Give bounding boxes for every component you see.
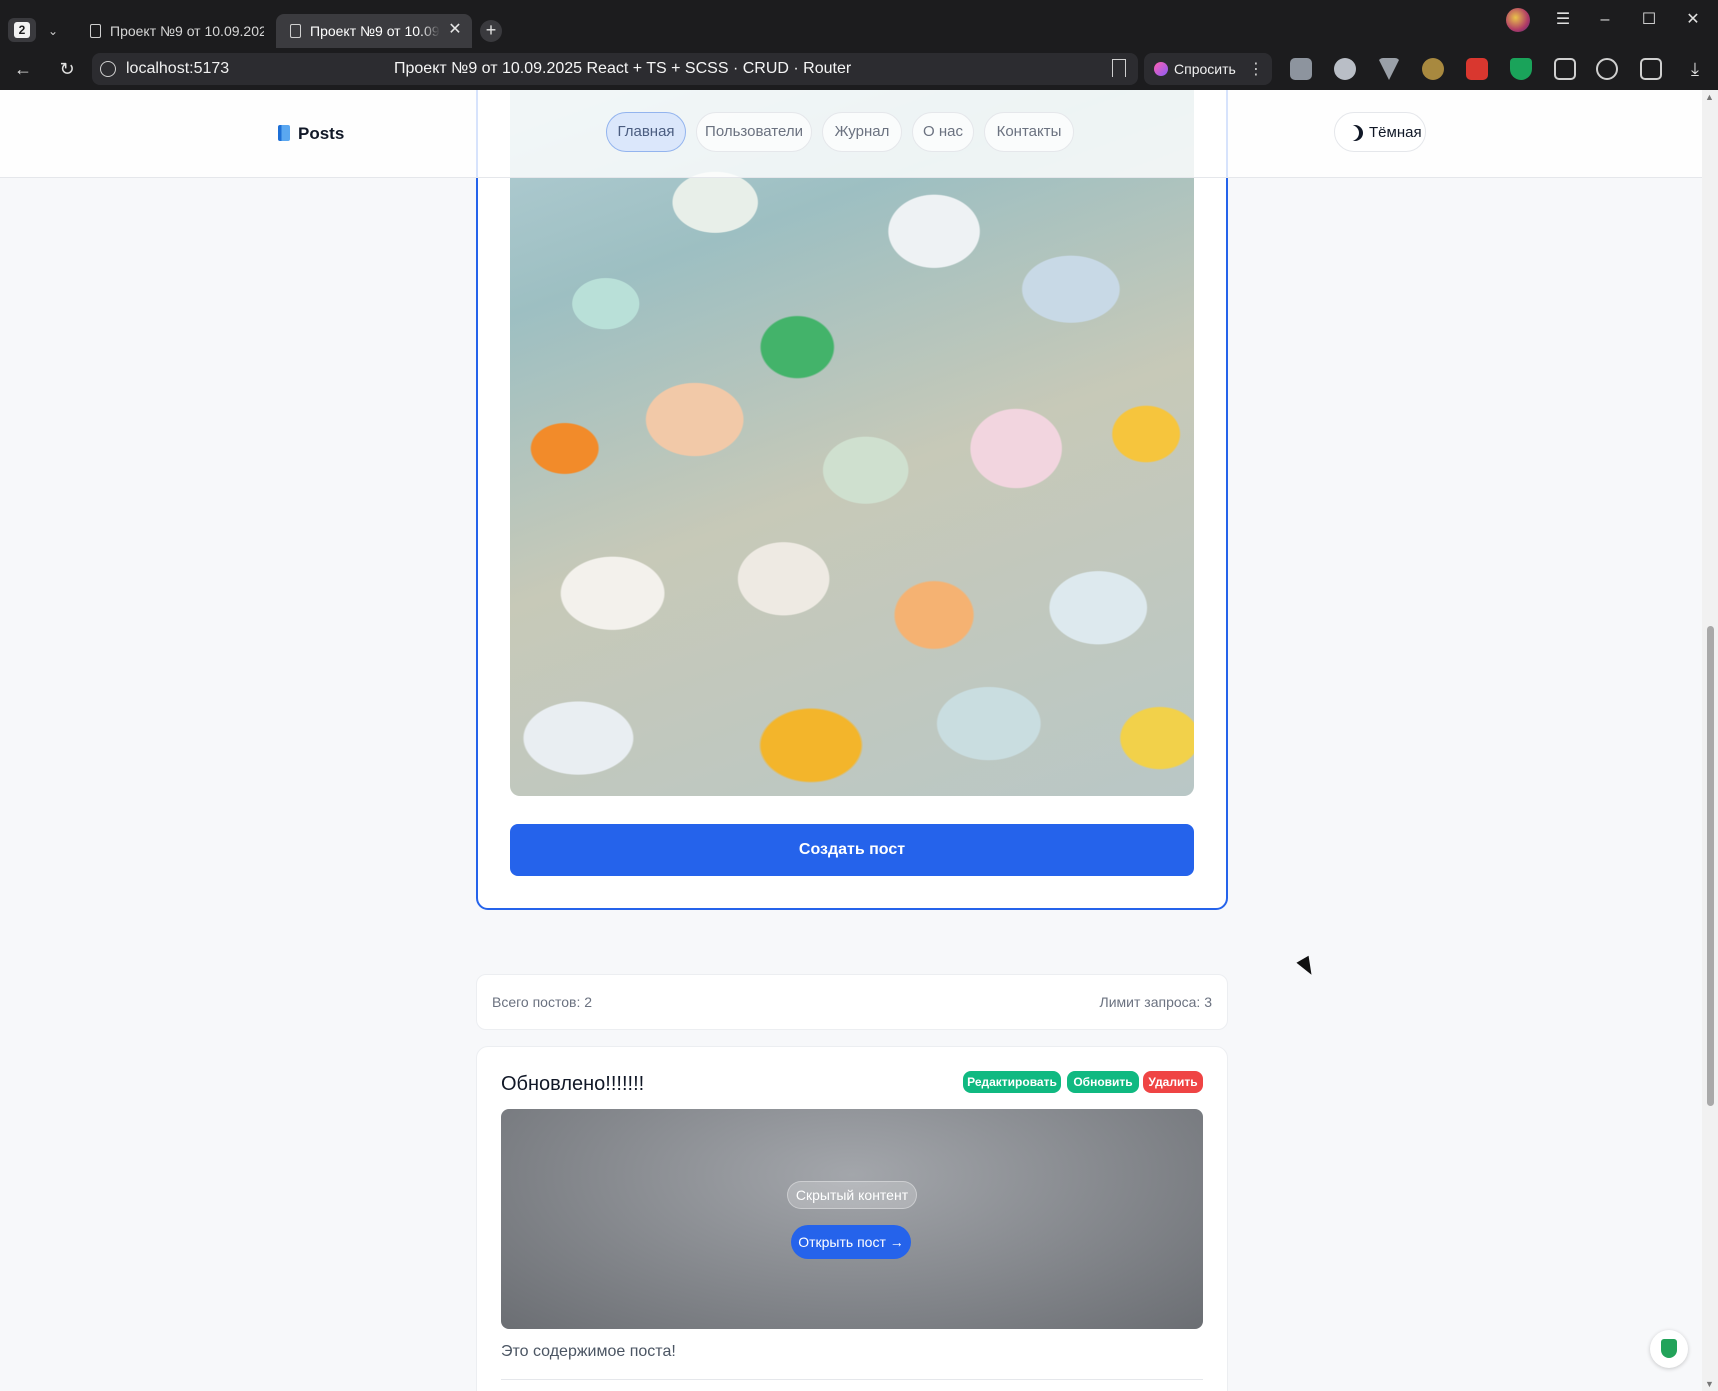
media-play-icon[interactable] [1596,58,1618,80]
scroll-up-arrow-icon[interactable]: ▲ [1705,92,1714,102]
hidden-content-overlay: Скрытый контент Открыть пост → [501,1109,1203,1329]
browser-tab-strip: 2 ⌄ Проект №9 от 10.09.2025 Проект №9 от… [0,0,1718,48]
scrollbar-thumb[interactable] [1707,626,1714,1106]
minimize-icon[interactable]: – [1590,8,1620,32]
logo[interactable]: Posts [278,124,344,144]
address-bar[interactable]: localhost:5173 Проект №9 от 10.09.2025 R… [92,53,1138,85]
post-card: Обновлено!!!!!!! Редактировать Обновить … [476,1046,1228,1391]
create-post-button[interactable]: Создать пост [510,824,1194,876]
logo-text: Posts [298,124,345,143]
close-tab-icon[interactable]: ✕ [446,21,464,39]
puzzle-extensions-icon[interactable] [1554,58,1576,80]
mouse-cursor [1296,955,1318,979]
document-icon [290,24,301,38]
create-post-form: Создать пост [476,90,1228,910]
hidden-content-label: Скрытый контент [787,1181,917,1209]
book-icon [278,125,290,141]
nav-home[interactable]: Главная [606,112,686,152]
request-limit: Лимит запроса: 3 [1099,994,1212,1010]
nav-users[interactable]: Пользователи [696,112,812,152]
scroll-down-arrow-icon[interactable]: ▼ [1705,1379,1714,1389]
cube-extension-icon[interactable] [1334,58,1356,80]
ask-ai-button[interactable]: Спросить ⋮ [1144,53,1272,85]
page-viewport: Создать пост Posts Главная Пользователи … [0,90,1718,1391]
moon-icon [1347,125,1363,141]
maximize-icon[interactable]: ☐ [1634,8,1664,32]
divider [501,1379,1203,1380]
profile-avatar[interactable] [1506,8,1530,32]
tab-list-chevron-icon[interactable]: ⌄ [42,20,64,42]
collections-icon[interactable] [1640,58,1662,80]
security-shield-icon[interactable] [1650,1330,1688,1368]
download-icon[interactable]: ⤓ [1684,58,1706,80]
new-tab-plus-icon[interactable]: + [480,20,502,42]
browser-tab-2-active[interactable]: Проект №9 от 10.09.2025 ✕ [276,14,472,48]
browser-tab-1[interactable]: Проект №9 от 10.09.2025 [76,14,272,48]
page-title-in-address-bar: Проект №9 от 10.09.2025 React + TS + SCS… [394,60,852,77]
open-post-button[interactable]: Открыть пост → [791,1225,911,1259]
delete-post-button[interactable]: Удалить [1143,1071,1203,1093]
ask-label: Спросить [1174,61,1236,77]
window-close-icon[interactable]: ✕ [1678,8,1708,32]
posts-stats-bar: Всего постов: 2 Лимит запроса: 3 [476,974,1228,1030]
green-shield-extension-icon[interactable] [1510,58,1532,80]
image-preview [510,90,1194,796]
edit-post-button[interactable]: Редактировать [963,1071,1061,1093]
red-extension-icon[interactable] [1466,58,1488,80]
tab-title: Проект №9 от 10.09.2025 [310,23,440,39]
back-arrow-icon[interactable]: ← [10,56,36,82]
address-toolbar: ← ↻ localhost:5173 Проект №9 от 10.09.20… [0,48,1718,90]
post-title: Обновлено!!!!!!! [501,1073,645,1095]
total-posts: Всего постов: 2 [492,994,593,1010]
shield-extension-icon[interactable] [1290,58,1312,80]
reload-icon[interactable]: ↻ [54,56,80,82]
site-info-globe-icon[interactable] [100,61,116,77]
theme-label: Тёмная [1369,124,1422,141]
url-text: localhost:5173 [126,60,230,77]
tab-count: 2 [14,22,30,38]
document-icon [90,24,101,38]
update-post-button[interactable]: Обновить [1067,1071,1139,1093]
shield-glyph [1661,1339,1677,1358]
nav-contacts[interactable]: Контакты [984,112,1074,152]
nav-journal[interactable]: Журнал [822,112,902,152]
tab-title: Проект №9 от 10.09.2025 [110,23,264,39]
more-vertical-icon[interactable]: ⋮ [1248,59,1264,79]
app-header: Posts Главная Пользователи Журнал О нас … [0,90,1702,178]
nav-about[interactable]: О нас [912,112,974,152]
menu-icon[interactable]: ☰ [1548,8,1578,32]
tab-count-button[interactable]: 2 [8,18,36,42]
theme-toggle-button[interactable]: Тёмная [1334,112,1426,152]
map-extension-icon[interactable] [1422,58,1444,80]
ai-spark-icon [1154,62,1168,76]
bookmark-icon[interactable] [1112,59,1126,77]
v-extension-icon[interactable] [1378,58,1400,80]
post-body: Это содержимое поста! [501,1343,676,1360]
page-scrollbar[interactable]: ▲ ▼ [1702,90,1718,1391]
